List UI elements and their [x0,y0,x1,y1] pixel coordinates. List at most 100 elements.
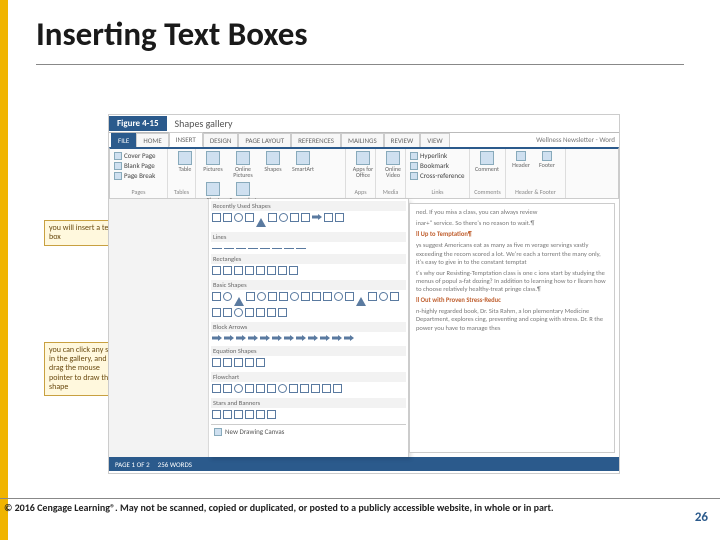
shape-item[interactable] [260,248,270,249]
shape-item[interactable] [223,266,232,275]
shape-item[interactable] [245,410,254,419]
shape-item[interactable] [256,308,265,317]
shape-item[interactable] [278,308,287,317]
shape-item[interactable] [234,384,243,393]
shape-item[interactable] [278,266,287,275]
blank-page-button[interactable]: Blank Page [124,161,155,170]
shape-item[interactable] [212,384,221,393]
shape-item[interactable] [248,335,258,341]
shape-item[interactable] [289,266,298,275]
shape-item[interactable] [212,292,221,301]
header-button[interactable]: Header [512,162,530,168]
shape-item[interactable] [284,335,294,341]
shape-item[interactable] [212,213,221,222]
shape-item[interactable] [234,266,243,275]
shape-item[interactable] [212,410,221,419]
shape-item[interactable] [256,266,265,275]
shape-item[interactable] [320,335,330,341]
shape-item[interactable] [223,358,232,367]
online-pictures-button[interactable]: Online Pictures [230,166,256,178]
shape-item[interactable] [223,308,232,317]
shape-item[interactable] [290,213,299,222]
bookmark-button[interactable]: Bookmark [420,161,449,170]
shape-item[interactable] [301,292,310,301]
shape-item[interactable] [335,213,344,222]
shape-item[interactable] [212,266,221,275]
shape-item[interactable] [223,384,232,393]
apps-button[interactable]: Apps for Office [350,166,376,178]
shape-item[interactable] [323,292,332,301]
shape-item[interactable] [260,335,270,341]
shape-item[interactable] [245,213,254,222]
shape-item[interactable] [234,213,243,222]
shape-item[interactable] [296,335,306,341]
tab-home[interactable]: HOME [136,133,168,147]
table-button[interactable]: Table [179,166,192,172]
shape-item[interactable] [324,213,333,222]
shape-item[interactable] [245,266,254,275]
hyperlink-button[interactable]: Hyperlink [420,151,447,160]
shape-item[interactable] [268,213,277,222]
shape-item[interactable] [272,248,282,249]
shape-item[interactable] [248,248,258,249]
pictures-button[interactable]: Pictures [203,166,223,172]
tab-insert[interactable]: INSERT [169,132,203,147]
shape-item[interactable] [234,358,243,367]
cross-reference-button[interactable]: Cross-reference [420,171,465,180]
shape-item[interactable] [279,213,288,222]
shape-item[interactable] [308,335,318,341]
shape-item[interactable] [333,384,342,393]
comment-button[interactable]: Comment [475,166,499,172]
shape-item[interactable] [267,410,276,419]
shape-item[interactable] [245,384,254,393]
shape-item[interactable] [256,410,265,419]
shape-item[interactable] [344,335,354,341]
shape-item[interactable] [256,213,266,227]
shape-item[interactable] [368,292,377,301]
shape-item[interactable] [379,292,388,301]
shape-item[interactable] [312,214,322,220]
smartart-button[interactable]: SmartArt [292,166,314,172]
shape-item[interactable] [267,266,276,275]
shape-item[interactable] [334,292,343,301]
shape-item[interactable] [246,292,255,301]
page-break-button[interactable]: Page Break [124,171,155,180]
shape-item[interactable] [332,335,342,341]
shapes-button[interactable]: Shapes [264,166,281,172]
shape-item[interactable] [322,384,331,393]
shape-item[interactable] [245,358,254,367]
shape-item[interactable] [284,248,294,249]
new-drawing-canvas[interactable]: New Drawing Canvas [211,424,406,438]
shape-item[interactable] [256,384,265,393]
shape-item[interactable] [279,292,288,301]
shape-item[interactable] [234,308,243,317]
shape-item[interactable] [300,384,309,393]
online-video-button[interactable]: Online Video [380,166,406,178]
shape-item[interactable] [312,292,321,301]
shape-item[interactable] [256,358,265,367]
cover-page-button[interactable]: Cover Page [124,151,156,160]
shape-item[interactable] [356,292,366,306]
shape-item[interactable] [212,248,222,249]
shape-item[interactable] [268,292,277,301]
shape-item[interactable] [236,248,246,249]
shape-item[interactable] [223,410,232,419]
shape-item[interactable] [212,358,221,367]
shape-item[interactable] [212,335,222,341]
shape-item[interactable] [301,213,310,222]
tab-mailings[interactable]: MAILINGS [341,133,384,147]
tab-review[interactable]: REVIEW [384,133,421,147]
shape-item[interactable] [267,308,276,317]
tab-references[interactable]: REFERENCES [291,133,341,147]
shape-item[interactable] [234,292,244,306]
tab-file[interactable]: FILE [111,133,136,147]
shape-item[interactable] [345,292,354,301]
shape-item[interactable] [311,384,320,393]
tab-view[interactable]: VIEW [420,133,449,147]
shape-item[interactable] [257,292,266,301]
shape-item[interactable] [390,292,399,301]
shape-item[interactable] [296,248,306,249]
tab-design[interactable]: DESIGN [203,133,239,147]
shape-item[interactable] [223,213,232,222]
shape-item[interactable] [245,308,254,317]
